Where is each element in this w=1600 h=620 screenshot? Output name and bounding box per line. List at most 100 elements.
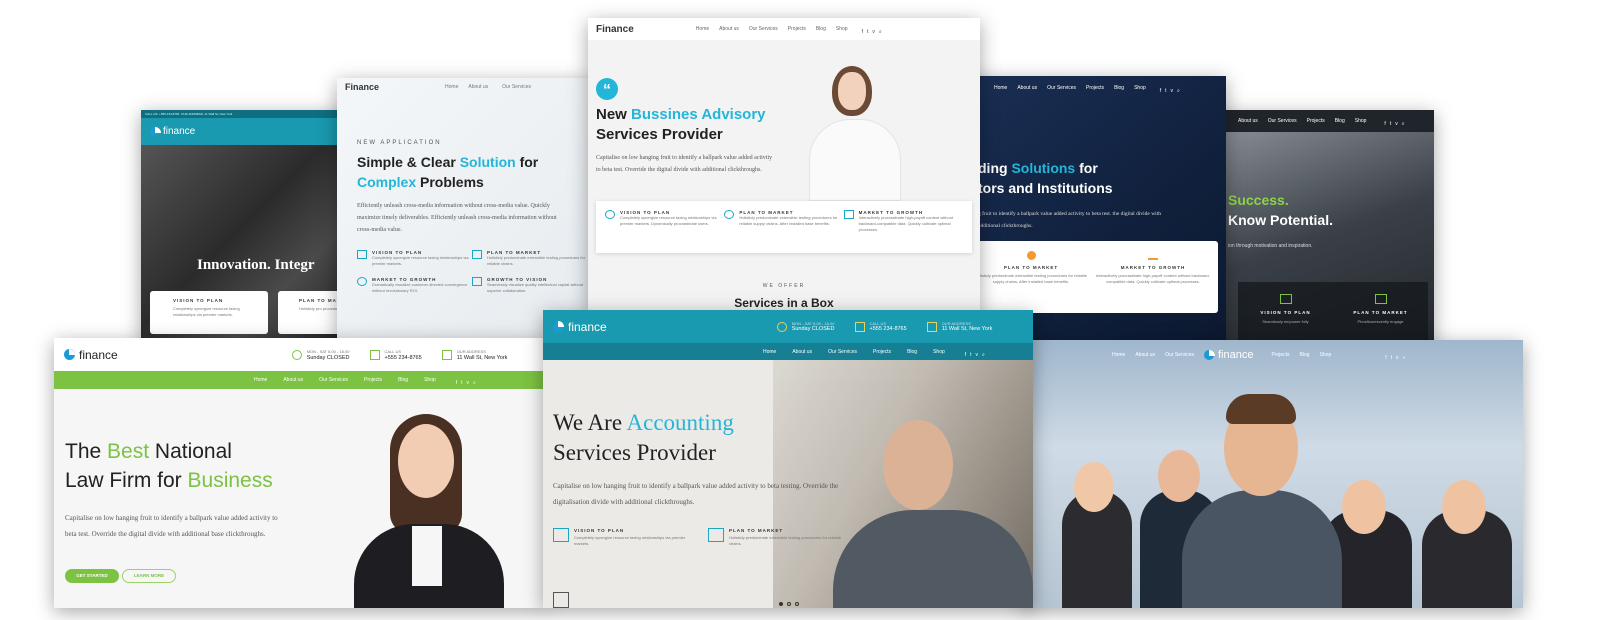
logo-icon [64, 349, 75, 360]
service-item[interactable]: VISION TO PLAN Completely synergize resou… [605, 210, 724, 244]
target-icon [605, 210, 615, 219]
monitor-icon [708, 528, 724, 542]
hero-title-2: Law Firm for Business [65, 469, 273, 492]
logo-text: Finance [596, 23, 634, 35]
hero-text: Efficiently unleash cross-media informat… [357, 203, 557, 233]
hero-headline: Innovation. Integr [197, 257, 315, 273]
nav-bar: Home About us Our Services Projects Blog… [54, 371, 546, 389]
header: finance MON - SAT 8.00 - 18.00 Sunday CLO… [543, 310, 1033, 343]
service-item[interactable]: PLAN TO MARKET Phosfluorescently engage [1333, 282, 1428, 345]
get-started-button[interactable]: GET STARTED [65, 569, 119, 583]
monitor-icon [472, 250, 482, 259]
logo-icon [1204, 350, 1215, 360]
nav-bar: About us Our Services Projects Blog Shop… [1194, 110, 1434, 132]
service-card[interactable]: VISION TO PLAN Completely synergize reso… [150, 291, 268, 334]
pie-icon [357, 277, 367, 286]
logo-text: Finance [345, 82, 380, 92]
hero-person-image [334, 414, 514, 608]
contact-info: MON - SAT 8.00 - 18.00 Sunday CLOSED CALL… [291, 349, 507, 361]
logo-text: finance [1218, 349, 1254, 361]
service-card: PLAN TO MARKET Holisticly predominate ex… [966, 241, 1218, 313]
logo-text: finance [79, 347, 118, 362]
service-item[interactable]: MARKET TO GROWTH Dramatically visualize c… [357, 277, 472, 294]
section-eyebrow: WE OFFER [762, 283, 806, 289]
service-item[interactable]: PLAN TO MARKET Holisticly predominate ext… [472, 250, 587, 267]
logo-icon [553, 321, 564, 332]
logo-text: finance [163, 126, 196, 137]
service-item[interactable]: VISION TO PLAN Completely synergize resou… [553, 528, 698, 547]
hero-title-2: tors and Institutions [978, 180, 1113, 196]
clock-icon [776, 321, 787, 332]
pie-icon [724, 210, 735, 219]
hero-text: Capitalise on low hanging fruit to ident… [553, 482, 839, 506]
phone-icon [854, 321, 865, 332]
hero-title-2: Services Provider [596, 126, 723, 143]
nav-bar: Home About us Our Services Projects Blog… [994, 85, 1180, 94]
logo-icon [150, 127, 161, 136]
map-icon [926, 321, 937, 332]
nav-bar: Home About us Our Services Projects Blog… [543, 343, 1033, 360]
hero-text: g fruit to identify a ballpark value add… [978, 211, 1161, 229]
slider-control[interactable] [553, 592, 569, 608]
hero-subtitle: Know Potential. [1228, 212, 1333, 228]
nav-bar: Home About us Our Services finance Proje… [1112, 349, 1406, 361]
phone-icon [369, 349, 380, 360]
hero-title: ding Solutions for [978, 160, 1098, 176]
service-item[interactable]: PLAN TO MARKET Holisticly predominate ext… [708, 528, 853, 547]
top-bar: CALL US: +555 234-8765 OUR ADDRESS: 11 W… [141, 110, 351, 118]
hero-text: ion through motivation and inspiration. [1228, 243, 1313, 249]
service-strip: VISION TO PLAN Seamlessly empower fully … [1238, 282, 1428, 345]
slider-dots[interactable] [779, 602, 799, 606]
phone-info: CALL US +555 234-8765 [854, 321, 907, 332]
pie-icon [1026, 251, 1036, 260]
address-info: OUR ADDRESS 11 Wall St, New York [441, 349, 507, 361]
hero-title: New Bussines Advisory [596, 106, 766, 123]
map-icon [441, 349, 452, 360]
contact-info: MON - SAT 8.00 - 18.00 Sunday CLOSED CALL… [776, 321, 992, 332]
template-preview-2[interactable]: Finance Home About us Our Services NEW A… [337, 78, 597, 342]
bars-icon [843, 210, 854, 219]
service-item[interactable]: VISION TO PLAN Completely synergize resou… [357, 250, 472, 267]
template-preview-3[interactable]: Finance Home About us Our Services Proje… [588, 18, 980, 314]
chart-icon [357, 250, 367, 259]
service-item[interactable]: GROWTH TO VISION Seamlessly visualize qua… [472, 277, 587, 294]
service-row: VISION TO PLAN Completely synergize resou… [553, 528, 853, 547]
hero-text: Capitalise on low hanging fruit to ident… [596, 155, 773, 173]
hero-text: Capitalise on low hanging fruit to ident… [65, 514, 278, 538]
template-preview-5[interactable]: About us Our Services Projects Blog Shop… [1194, 110, 1434, 345]
team-photo [1022, 370, 1523, 608]
hero-title: We Are Accounting [553, 410, 734, 435]
service-item[interactable]: PLAN TO MARKET Holisticly predominate ext… [724, 210, 843, 244]
bars-icon [1148, 251, 1158, 260]
hero-title: The Best National [65, 440, 232, 463]
hero-title: Simple & Clear Solution for [357, 154, 539, 170]
learn-more-button[interactable]: LEARN MORE [122, 569, 176, 583]
template-preview-4[interactable]: Home About us Our Services Projects Blog… [966, 76, 1226, 344]
hero-title: Success. [1228, 192, 1289, 208]
address-info: OUR ADDRESS 11 Wall St, New York [926, 321, 992, 332]
logo-text: finance [568, 319, 607, 334]
section-title: Services in a Box [734, 296, 834, 310]
template-preview-1[interactable]: CALL US: +555 234-8765 OUR ADDRESS: 11 W… [141, 110, 351, 342]
service-item[interactable]: MARKET TO GROWTH Interactively procrasti… [1092, 251, 1214, 303]
service-item[interactable]: PLAN TO MARKET Holisticly predominate ex… [970, 251, 1092, 303]
service-item[interactable]: MARKET TO GROWTH Interactively procrastin… [843, 210, 963, 244]
service-item[interactable]: VISION TO PLAN Seamlessly empower fully [1238, 282, 1333, 345]
hours-info: MON - SAT 8.00 - 18.00 Sunday CLOSED [776, 321, 835, 332]
template-preview-6[interactable]: finance MON - SAT 8.00 - 18.00 Sunday CLO… [54, 338, 546, 608]
bars-icon [472, 277, 482, 286]
service-grid: VISION TO PLAN Completely synergize resou… [357, 250, 587, 294]
header: Finance Home About us Our Services Proje… [588, 18, 980, 40]
hours-info: MON - SAT 8.00 - 18.00 Sunday CLOSED [291, 349, 350, 361]
hero-title-2: Services Provider [553, 440, 716, 465]
chart-icon [1279, 294, 1292, 304]
service-card: VISION TO PLAN Completely synergize resou… [596, 201, 972, 253]
template-preview-8[interactable]: Home About us Our Services finance Proje… [1022, 340, 1523, 608]
eyebrow: NEW APPLICATION [357, 140, 442, 146]
bars-icon [1374, 294, 1387, 304]
template-preview-7[interactable]: finance MON - SAT 8.00 - 18.00 Sunday CLO… [543, 310, 1033, 608]
hero-person-image [800, 58, 910, 200]
quote-icon: “ [596, 78, 618, 100]
phone-info: CALL US +555 234-8765 [369, 349, 422, 361]
header: Finance Home About us Our Services [345, 82, 532, 92]
